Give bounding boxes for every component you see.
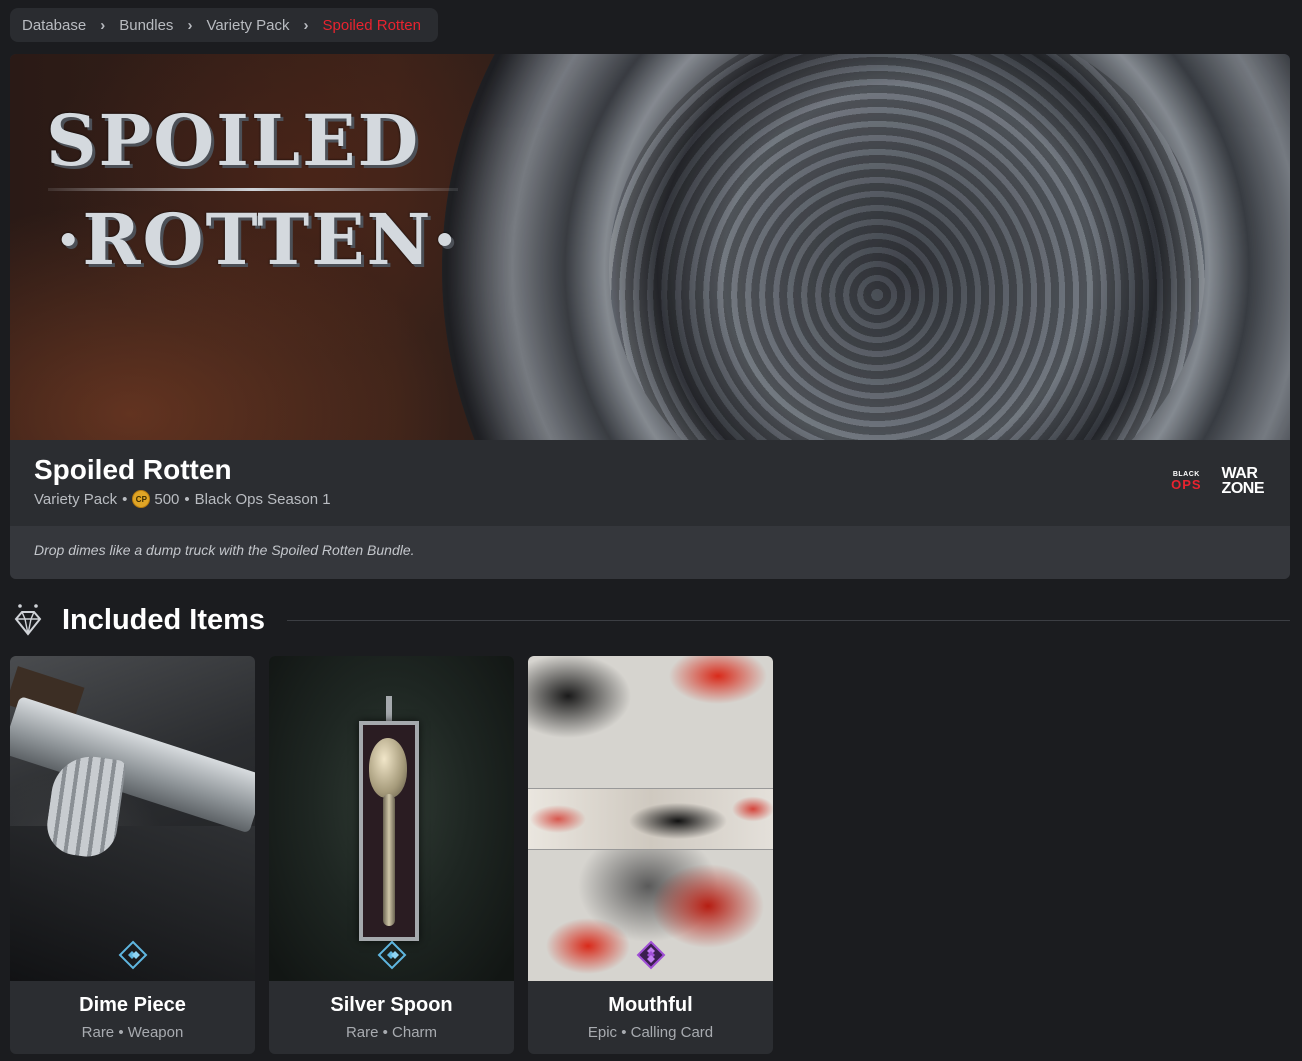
item-image-charm [269, 656, 514, 981]
bundle-season: Black Ops Season 1 [194, 490, 331, 508]
banner-title-logo: SPOILED ·ROTTEN· [46, 100, 459, 281]
spoon-handle [383, 794, 395, 926]
breadcrumb-variety-pack[interactable]: Variety Pack [206, 17, 289, 34]
bundle-price: 500 [154, 490, 180, 508]
meta-dot: • [122, 490, 128, 508]
banner-title-divider [48, 188, 458, 191]
game-logos: BLACK OPS WAR ZONE [1171, 465, 1265, 498]
section-title: Included Items [62, 603, 266, 636]
weapon-body [10, 696, 255, 834]
bundle-title: Spoiled Rotten [34, 454, 232, 485]
bundle-type: Variety Pack [34, 490, 118, 508]
charm-chain [386, 696, 392, 722]
meta-dot: • [184, 490, 190, 508]
breadcrumb-separator-icon: › [100, 16, 106, 34]
item-name: Dime Piece [79, 994, 186, 1016]
cod-points-icon: CP [132, 490, 151, 508]
bundle-info: Spoiled Rotten Variety Pack • CP 500 • B… [10, 440, 1290, 526]
rare-rarity-icon [118, 940, 148, 970]
breadcrumb-separator-icon: › [303, 16, 309, 34]
diamond-icon [14, 604, 42, 636]
item-image-calling-card [528, 656, 773, 981]
spoon-bowl [369, 738, 407, 798]
banner-title-line1: SPOILED [46, 99, 421, 182]
breadcrumb-separator-icon: › [187, 16, 193, 34]
item-card-mouthful[interactable]: Mouthful Epic • Calling Card [528, 656, 773, 1054]
bundle-card: SPOILED ·ROTTEN· Spoiled Rotten Variety … [10, 54, 1290, 579]
bundle-banner-image: SPOILED ·ROTTEN· [10, 54, 1290, 440]
bundle-description: Drop dimes like a dump truck with the Sp… [10, 526, 1290, 579]
item-meta: Rare • Charm [345, 1024, 438, 1041]
breadcrumb-current: Spoiled Rotten [322, 16, 421, 34]
breadcrumb-bundles[interactable]: Bundles [119, 17, 173, 34]
included-items-header: Included Items [12, 600, 1290, 640]
calling-card-strip [528, 788, 773, 850]
item-image-weapon [10, 656, 255, 981]
item-meta: Epic • Calling Card [587, 1024, 714, 1041]
item-meta: Rare • Weapon [81, 1024, 184, 1041]
black-ops-logo-icon: BLACK OPS [1171, 471, 1201, 491]
banner-title-line2: ·ROTTEN· [56, 198, 459, 281]
breadcrumb: Database › Bundles › Variety Pack › Spoi… [10, 8, 438, 42]
warzone-logo-bottom: ZONE [1221, 480, 1265, 498]
coin-artwork [442, 54, 1290, 440]
breadcrumb-database[interactable]: Database [22, 17, 86, 34]
black-ops-logo-bottom: OPS [1171, 477, 1202, 493]
item-card-silver-spoon[interactable]: Silver Spoon Rare • Charm [269, 656, 514, 1054]
item-name: Mouthful [608, 994, 693, 1016]
item-name: Silver Spoon [330, 994, 453, 1016]
warzone-logo-top: WAR [1221, 465, 1258, 482]
warzone-logo-icon: WAR ZONE [1221, 465, 1265, 498]
item-card-dime-piece[interactable]: Dime Piece Rare • Weapon [10, 656, 255, 1054]
section-divider [287, 619, 1290, 621]
rare-rarity-icon [377, 940, 407, 970]
epic-rarity-icon [636, 940, 666, 970]
bundle-meta: Variety Pack • CP 500 • Black Ops Season… [34, 490, 331, 508]
